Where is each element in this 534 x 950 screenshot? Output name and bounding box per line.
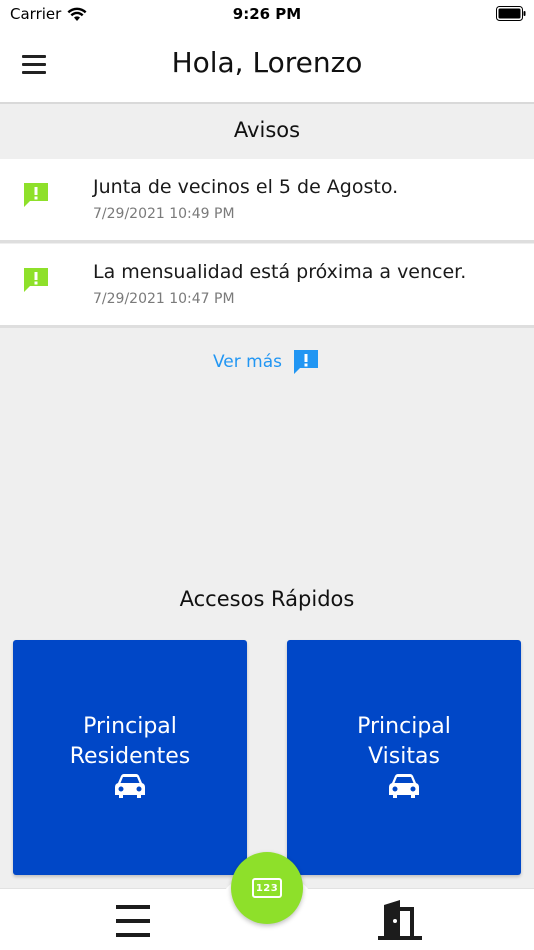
notice-date: 7/29/2021 10:47 PM — [93, 291, 235, 307]
ver-mas-label: Ver más — [213, 352, 282, 372]
hamburger-icon[interactable] — [116, 905, 152, 937]
tile-icon-wrapper — [13, 773, 247, 799]
tile-principal-visitas[interactable]: Principal Visitas — [287, 640, 521, 875]
status-time: 9:26 PM — [232, 5, 302, 23]
notice-date: 7/29/2021 10:49 PM — [93, 206, 235, 222]
accesos-title: Accesos Rápidos — [179, 587, 355, 611]
page-title: Hola, Lorenzo — [171, 46, 363, 79]
tile-icon-wrapper — [287, 773, 521, 799]
tile-label: Principal Visitas — [357, 714, 451, 769]
battery-icon — [496, 6, 526, 21]
car-icon — [389, 774, 419, 798]
notice-text: La mensualidad está próxima a vencer. — [93, 261, 467, 283]
avisos-title: Avisos — [233, 118, 301, 142]
status-bar: Carrier 9:26 PM — [0, 0, 534, 28]
fab-badge: 123 — [252, 878, 282, 898]
app-header: Hola, Lorenzo — [0, 28, 534, 104]
fab-keypad-button[interactable]: 123 — [231, 852, 303, 924]
door-exit-icon[interactable] — [376, 899, 424, 941]
notice-text: Junta de vecinos el 5 de Agosto. — [93, 176, 399, 198]
tile-label: Principal Residentes — [69, 714, 191, 769]
alert-message-icon — [294, 350, 318, 374]
ver-mas-link[interactable]: Ver más — [213, 348, 320, 376]
tile-principal-residentes[interactable]: Principal Residentes — [13, 640, 247, 875]
alert-message-icon — [24, 183, 48, 207]
notice-item[interactable]: La mensualidad está próxima a vencer. 7/… — [0, 244, 534, 328]
car-icon — [115, 774, 145, 798]
alert-message-icon — [24, 268, 48, 292]
notice-item[interactable]: Junta de vecinos el 5 de Agosto. 7/29/20… — [0, 159, 534, 243]
